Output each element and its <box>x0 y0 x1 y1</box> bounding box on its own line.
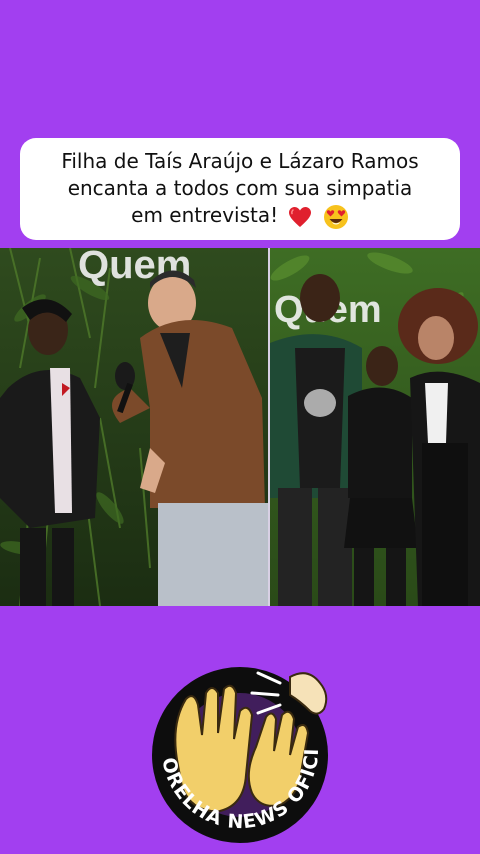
family-photo: Quem <box>270 248 480 606</box>
caption-line-1: Filha de Taís Araújo e Lázaro Ramos <box>61 149 419 174</box>
heart-eyes-emoji-icon <box>323 204 348 229</box>
caption-line-3-wrap: em entrevista! <box>131 202 349 230</box>
interview-photo: Quem <box>0 248 268 606</box>
photo-collage: Quem <box>0 248 480 606</box>
caption-line-2: encanta a todos com sua simpatia <box>67 176 413 201</box>
caption-box: Filha de Taís Araújo e Lázaro Ramos enca… <box>20 138 460 240</box>
caption-line-3: em entrevista! <box>131 203 279 228</box>
heart-emoji-icon <box>289 206 312 227</box>
na-orelha-news-logo: NA ORELHA NEWS OFICIAL <box>140 655 340 845</box>
